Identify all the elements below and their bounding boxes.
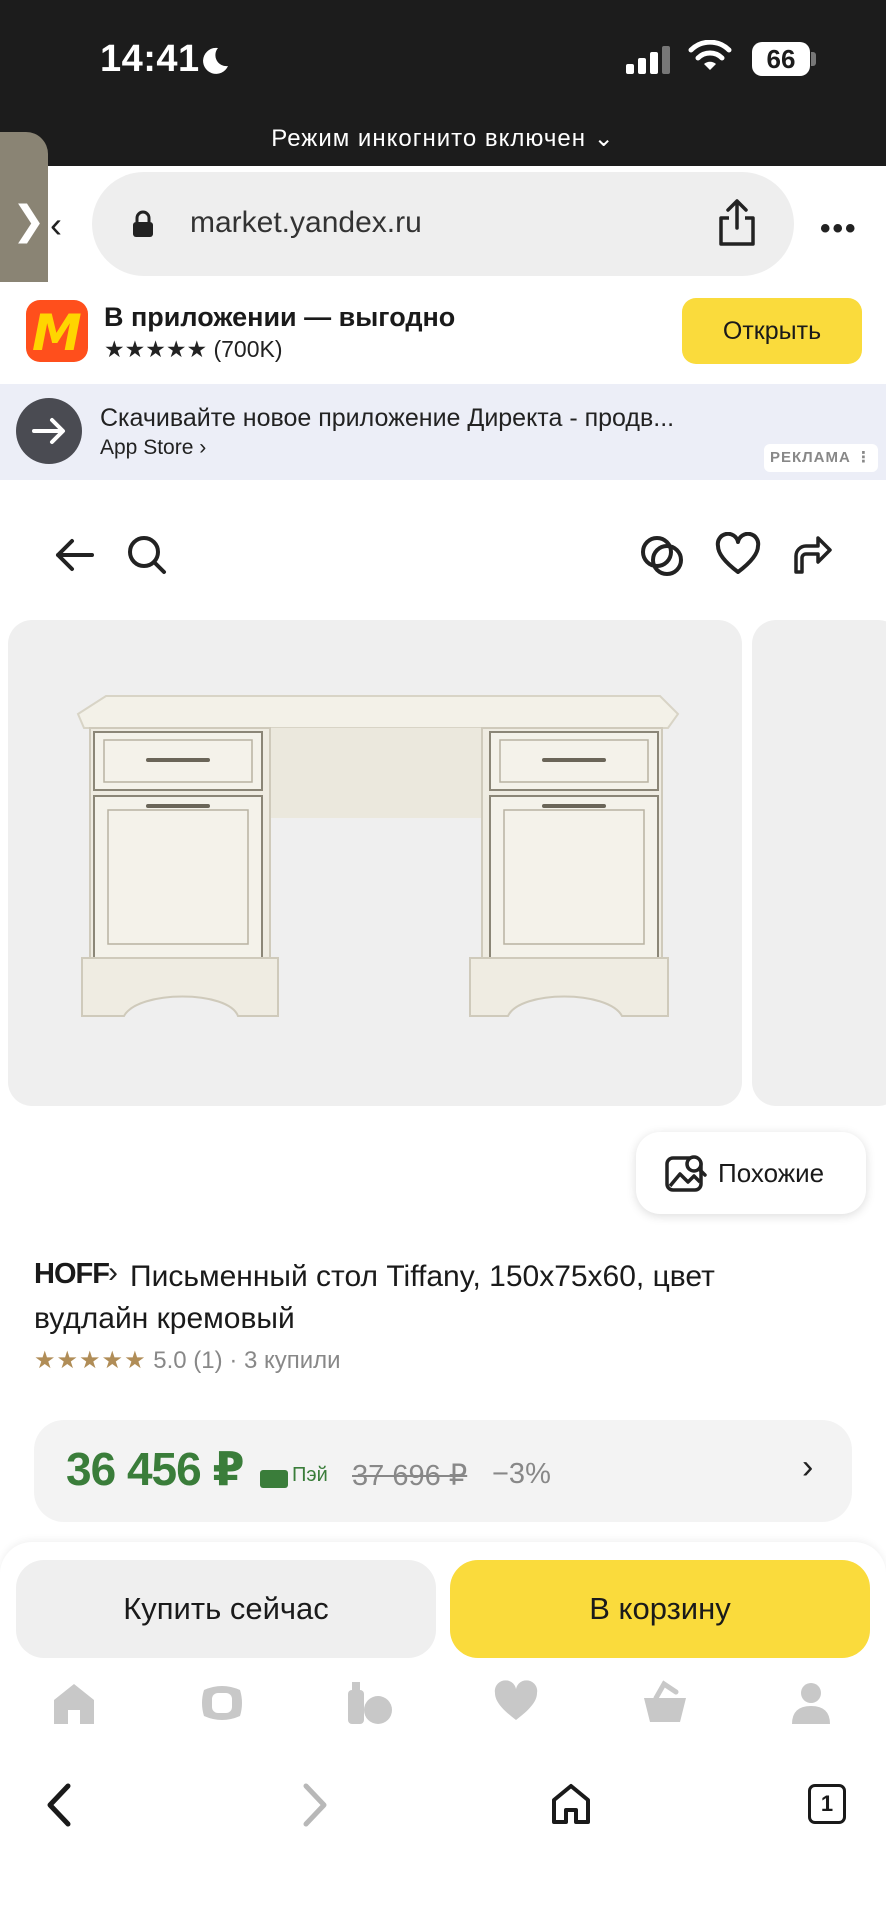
rating-count: (1) — [193, 1347, 223, 1374]
profile-icon[interactable] — [788, 1680, 834, 1726]
card-icon — [260, 1470, 288, 1488]
catalog-icon[interactable] — [344, 1680, 394, 1726]
moon-icon — [203, 47, 228, 74]
bought-count: · 3 купили — [229, 1347, 341, 1374]
market-app-logo: M — [26, 300, 88, 362]
share-icon[interactable] — [716, 198, 758, 248]
heart-icon[interactable] — [714, 532, 762, 578]
ad-subtitle[interactable]: App Store › — [100, 436, 206, 460]
pay-label: Пэй — [292, 1464, 328, 1486]
add-to-cart-button[interactable]: В корзину — [450, 1560, 870, 1658]
ad-badge[interactable]: РЕКЛАМА ⋮ — [764, 444, 878, 472]
compare-icon[interactable] — [638, 532, 686, 580]
current-price: 36 456 ₽ — [66, 1443, 244, 1495]
back-chevron-icon[interactable] — [42, 1782, 76, 1828]
similar-label[interactable]: Похожие — [718, 1158, 824, 1189]
share-icon[interactable] — [788, 532, 834, 578]
tabs-icon[interactable]: 1 — [808, 1784, 846, 1824]
browser-toolbar — [0, 1760, 886, 1920]
discounts-icon[interactable] — [198, 1680, 246, 1726]
rating-stars: ★★★★★ — [34, 1347, 147, 1374]
product-title: Письменный стол Tiffany, 150х75х60, цвет… — [34, 1256, 834, 1340]
ad-title[interactable]: Скачивайте новое приложение Директа - пр… — [100, 404, 674, 433]
app-promo-rating: ★★★★★ (700K) — [104, 336, 283, 362]
arrow-right-icon — [32, 418, 65, 444]
home-icon[interactable] — [50, 1680, 98, 1726]
more-menu-icon[interactable]: ••• — [820, 212, 858, 246]
battery-indicator: 66 — [752, 42, 810, 76]
wifi-icon — [688, 40, 732, 70]
chevron-right-icon[interactable]: ❯ — [12, 198, 46, 244]
rating-value: 5.0 — [153, 1347, 187, 1374]
incognito-banner[interactable]: Режим инкогнито включен ⌄ — [0, 124, 886, 153]
open-app-button[interactable]: Открыть — [682, 298, 862, 364]
old-price: 37 696 ₽ — [352, 1460, 468, 1492]
url-text[interactable]: market.yandex.ru — [190, 206, 422, 240]
product-image[interactable] — [8, 620, 742, 1106]
product-title-text: Письменный стол Tiffany, 150х75х60, цвет… — [34, 1260, 715, 1335]
brand-link[interactable]: HOFF — [34, 1258, 110, 1291]
close-icon[interactable]: ‹ — [50, 204, 62, 246]
chevron-right-icon[interactable]: › — [802, 1448, 813, 1487]
back-arrow-icon[interactable] — [52, 532, 98, 578]
image-search-icon — [665, 1155, 707, 1192]
discount-badge: −3% — [492, 1458, 551, 1490]
cart-icon[interactable] — [640, 1680, 690, 1726]
home-icon[interactable] — [550, 1782, 592, 1826]
next-product-image[interactable] — [752, 620, 886, 1106]
desk-illustration — [76, 695, 680, 1017]
clock: 14:41 — [100, 38, 200, 80]
chevron-right-icon[interactable]: › — [108, 1256, 118, 1290]
battery-tip — [811, 52, 816, 66]
buy-now-button[interactable]: Купить сейчас — [16, 1560, 436, 1658]
search-icon[interactable] — [124, 532, 170, 578]
app-promo-title: В приложении — выгодно — [104, 302, 456, 332]
signal-icon — [626, 46, 670, 74]
forward-chevron-icon[interactable] — [298, 1782, 332, 1828]
lock-icon — [133, 210, 153, 237]
product-rating[interactable]: ★★★★★ 5.0 (1) · 3 купили — [34, 1346, 341, 1375]
favorites-icon[interactable] — [492, 1680, 540, 1724]
